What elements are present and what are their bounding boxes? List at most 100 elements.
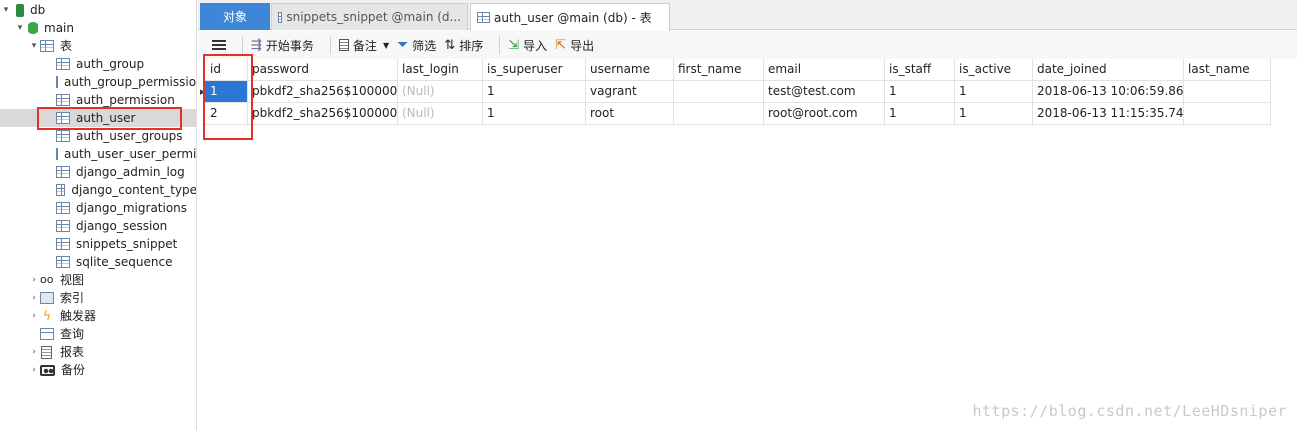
- table-header-row: id password last_login is_superuser username…: [204, 59, 1271, 81]
- column-header-date_joined[interactable]: date_joined: [1033, 59, 1184, 81]
- table-icon: [56, 220, 70, 232]
- table-icon: [56, 112, 70, 124]
- collapse-caret-icon[interactable]: ›: [28, 311, 40, 321]
- tree-table-item[interactable]: auth_user: [0, 109, 196, 127]
- collapse-caret-icon[interactable]: ›: [28, 347, 40, 357]
- toolbar-divider: [242, 36, 243, 54]
- cell-last_name[interactable]: [1184, 81, 1271, 103]
- cell-is_active[interactable]: 1: [955, 103, 1033, 125]
- table-row[interactable]: 2 pbkdf2_sha256$100000$f (Null) 1 root root@r…: [204, 103, 1271, 125]
- index-icon: [40, 292, 54, 304]
- watermark: https://blog.csdn.net/LeeHDsniper: [972, 402, 1287, 420]
- table-icon: [477, 12, 490, 23]
- column-header-id[interactable]: id: [204, 59, 248, 81]
- toolbar-divider: [329, 36, 331, 54]
- cell-id[interactable]: 1: [204, 81, 248, 103]
- collapse-caret-icon[interactable]: ›: [28, 293, 40, 303]
- tree-table-item[interactable]: sqlite_sequence: [0, 253, 196, 271]
- memo-icon: [338, 39, 349, 51]
- tab-snippets-snippet[interactable]: snippets_snippet @main (d...: [271, 3, 468, 30]
- tree-tables-group[interactable]: ▾ 表: [0, 37, 196, 55]
- sort-button[interactable]: ⇅ 排序: [444, 37, 483, 54]
- table-icon: [56, 148, 58, 160]
- column-header-last_name[interactable]: last_name: [1184, 59, 1271, 81]
- lightning-icon: ϟ: [42, 308, 52, 324]
- cell-first_name[interactable]: [674, 103, 764, 125]
- table-icon: [40, 40, 54, 52]
- tree-label: 报表: [60, 345, 85, 359]
- tree-table-item[interactable]: django_content_type: [0, 181, 196, 199]
- column-header-is_active[interactable]: is_active: [955, 59, 1033, 81]
- tab-label: snippets_snippet @main (d...: [286, 10, 461, 24]
- tree-group-queries[interactable]: 查询: [0, 325, 196, 343]
- column-header-is_staff[interactable]: is_staff: [885, 59, 955, 81]
- tree-label: 视图: [60, 273, 85, 287]
- filter-button[interactable]: ⏷ 筛选: [397, 37, 436, 54]
- tree-table-item[interactable]: auth_permission: [0, 91, 196, 109]
- tree-group-views[interactable]: › oo 视图: [0, 271, 196, 289]
- cell-is_staff[interactable]: 1: [885, 103, 955, 125]
- cell-username[interactable]: vagrant: [586, 81, 674, 103]
- expand-caret-icon[interactable]: ▾: [28, 41, 40, 51]
- tree-group-backups[interactable]: › 备份: [0, 361, 196, 379]
- expand-caret-icon[interactable]: ▾: [0, 5, 12, 15]
- menu-icon[interactable]: [212, 39, 226, 51]
- tree-table-label: auth_user_groups: [76, 129, 183, 143]
- cell-date_joined[interactable]: 2018-06-13 11:15:35.7438: [1033, 103, 1184, 125]
- tree-table-item[interactable]: django_session: [0, 217, 196, 235]
- tab-objects[interactable]: 对象: [200, 3, 270, 30]
- collapse-caret-icon[interactable]: ›: [28, 365, 40, 375]
- column-header-username[interactable]: username: [586, 59, 674, 81]
- tree-table-item[interactable]: auth_group_permissions: [0, 73, 196, 91]
- cell-last_login[interactable]: (Null): [398, 103, 483, 125]
- tree-table-item[interactable]: django_migrations: [0, 199, 196, 217]
- column-header-password[interactable]: password: [248, 59, 398, 81]
- table-icon: [278, 11, 283, 23]
- filter-label: 筛选: [412, 38, 437, 53]
- cell-password[interactable]: pbkdf2_sha256$100000$f: [248, 103, 398, 125]
- column-header-email[interactable]: email: [764, 59, 885, 81]
- collapse-caret-icon[interactable]: ›: [28, 275, 40, 285]
- cell-email[interactable]: root@root.com: [764, 103, 885, 125]
- table-row[interactable]: 1 pbkdf2_sha256$100000$f (Null) 1 vagrant tes…: [204, 81, 1271, 103]
- backup-icon: [40, 364, 55, 376]
- cell-last_login[interactable]: (Null): [398, 81, 483, 103]
- cell-last_name[interactable]: [1184, 103, 1271, 125]
- cell-is_superuser[interactable]: 1: [483, 81, 586, 103]
- cell-is_staff[interactable]: 1: [885, 81, 955, 103]
- tree-label: 备份: [61, 363, 86, 377]
- cell-id[interactable]: 2: [204, 103, 248, 125]
- tree-table-item[interactable]: snippets_snippet: [0, 235, 196, 253]
- cell-username[interactable]: root: [586, 103, 674, 125]
- dropdown-arrow-icon[interactable]: ▼: [383, 41, 389, 50]
- begin-transaction-button[interactable]: ⇶ 开始事务: [251, 37, 314, 54]
- cell-email[interactable]: test@test.com: [764, 81, 885, 103]
- tree-group-triggers[interactable]: › ϟ 触发器: [0, 307, 196, 325]
- tree-table-item[interactable]: django_admin_log: [0, 163, 196, 181]
- cell-date_joined[interactable]: 2018-06-13 10:06:59.8643: [1033, 81, 1184, 103]
- tree-db[interactable]: ▾ db: [0, 1, 196, 19]
- cell-is_superuser[interactable]: 1: [483, 103, 586, 125]
- tree-table-item[interactable]: auth_group: [0, 55, 196, 73]
- tree-group-indexes[interactable]: › 索引: [0, 289, 196, 307]
- cell-first_name[interactable]: [674, 81, 764, 103]
- tree-table-item[interactable]: auth_user_groups: [0, 127, 196, 145]
- import-button[interactable]: ⇲ 导入: [508, 37, 547, 54]
- tree-table-label: auth_group: [76, 57, 145, 71]
- table-icon: [56, 166, 70, 178]
- tree-table-label: snippets_snippet: [76, 237, 178, 251]
- tree-table-item[interactable]: auth_user_user_permissions: [0, 145, 196, 163]
- expand-caret-icon[interactable]: ▾: [14, 23, 26, 33]
- export-button[interactable]: ⇱ 导出: [555, 37, 594, 54]
- toolbar: ⇶ 开始事务 备注 ▼ ⏷ 筛选 ⇅ 排序 ⇲ 导入 ⇱ 导出: [198, 31, 1297, 59]
- cell-password[interactable]: pbkdf2_sha256$100000$f: [248, 81, 398, 103]
- column-header-is_superuser[interactable]: is_superuser: [483, 59, 586, 81]
- column-header-last_login[interactable]: last_login: [398, 59, 483, 81]
- table-icon: [56, 58, 70, 70]
- cell-is_active[interactable]: 1: [955, 81, 1033, 103]
- tree-schema-main[interactable]: ▾ main: [0, 19, 196, 37]
- column-header-first_name[interactable]: first_name: [674, 59, 764, 81]
- tree-group-reports[interactable]: › 报表: [0, 343, 196, 361]
- tab-auth-user[interactable]: auth_user @main (db) - 表: [470, 3, 670, 31]
- memo-button[interactable]: 备注 ▼: [338, 37, 389, 54]
